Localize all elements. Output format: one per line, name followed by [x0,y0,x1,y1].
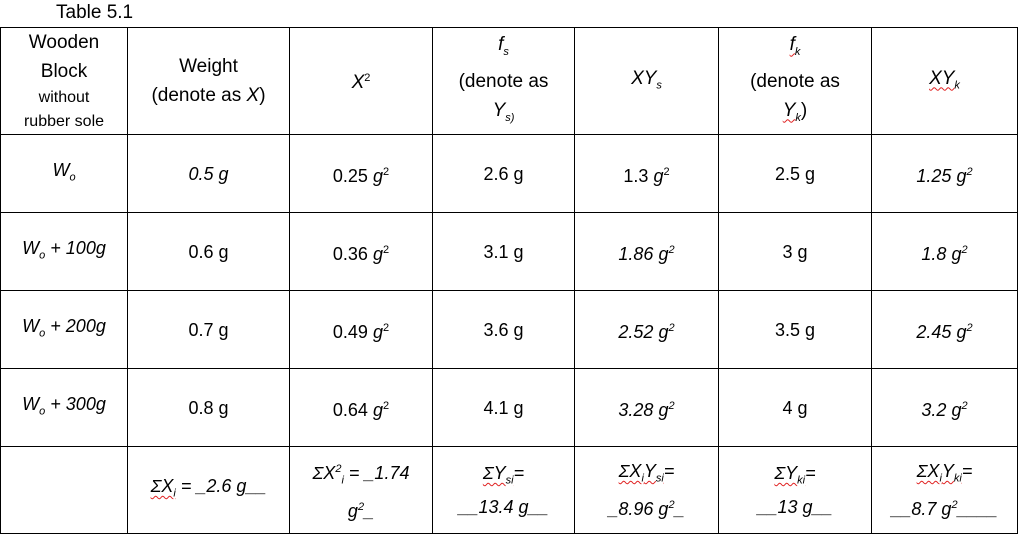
cell-xys: 1.86 g2 [574,212,719,291]
header-xyk: XYk [871,27,1018,135]
table-row: Wo + 300g 0.8 g 0.64 g2 4.1 g 3.28 g2 4 … [0,368,1018,447]
table-row: Wo 0.5 g 0.25 g2 2.6 g 1.3 g2 2.5 g 1.25… [0,134,1018,213]
cell-fk: 4 g [718,368,872,447]
sum-row: ΣXi = _2.6 g__ ΣX2i = _1.74 g2_ ΣYsi= __… [0,446,1018,534]
cell-weight: 0.8 g [127,368,290,447]
header-block-line1: Wooden [28,32,100,53]
data-table: Wooden Block without rubber sole Weight … [0,27,1018,534]
sum-xys: ΣXiYsi= _8.96 g2_ [574,446,719,534]
header-weight: Weight (denote as X) [127,27,290,135]
cell-fk: 3 g [718,212,872,291]
row-label: Wo [0,134,128,213]
cell-fk: 3.5 g [718,290,872,369]
table-caption: Table 5.1 [56,2,134,23]
row-label: Wo + 300g [0,368,128,447]
cell-xys: 2.52 g2 [574,290,719,369]
header-weight-line2: (denote as X) [151,85,266,106]
cell-xyk: 2.45 g2 [871,290,1018,369]
sum-xyk: ΣXiYki= __8.7 g2____ [871,446,1018,534]
header-block-line4: rubber sole [23,113,105,130]
cell-weight: 0.6 g [127,212,290,291]
cell-weight: 0.7 g [127,290,290,369]
cell-xyk: 1.25 g2 [871,134,1018,213]
header-block: Wooden Block without rubber sole [0,27,128,135]
header-weight-line1: Weight [179,56,238,77]
cell-xys: 3.28 g2 [574,368,719,447]
cell-xyk: 3.2 g2 [871,368,1018,447]
table-row: Wo + 100g 0.6 g 0.36 g2 3.1 g 1.86 g2 3 … [0,212,1018,291]
cell-fs: 4.1 g [432,368,575,447]
cell-xys: 1.3 g2 [574,134,719,213]
header-x-squared: X2 [289,27,433,135]
header-block-line3: without [38,89,90,106]
cell-fk: 2.5 g [718,134,872,213]
header-block-line2: Block [40,61,88,82]
header-xys: XYs [574,27,719,135]
header-row: Wooden Block without rubber sole Weight … [0,27,1018,135]
cell-x-squared: 0.49 g2 [289,290,433,369]
table-row: Wo + 200g 0.7 g 0.49 g2 3.6 g 2.52 g2 3.… [0,290,1018,369]
sum-ys: ΣYsi= __13.4 g__ [432,446,575,534]
cell-fs: 2.6 g [432,134,575,213]
sum-empty-cell [0,446,128,534]
row-label: Wo + 100g [0,212,128,291]
cell-fs: 3.1 g [432,212,575,291]
sum-x: ΣXi = _2.6 g__ [127,446,290,534]
header-fs: fs (denote as Ys) [432,27,575,135]
header-fk: fk (denote as Yk) [718,27,872,135]
cell-xyk: 1.8 g2 [871,212,1018,291]
cell-x-squared: 0.64 g2 [289,368,433,447]
cell-fs: 3.6 g [432,290,575,369]
cell-weight: 0.5 g [127,134,290,213]
row-label: Wo + 200g [0,290,128,369]
sum-x-squared: ΣX2i = _1.74 g2_ [289,446,433,534]
cell-x-squared: 0.36 g2 [289,212,433,291]
sum-yk: ΣYki= __13 g__ [718,446,872,534]
cell-x-squared: 0.25 g2 [289,134,433,213]
